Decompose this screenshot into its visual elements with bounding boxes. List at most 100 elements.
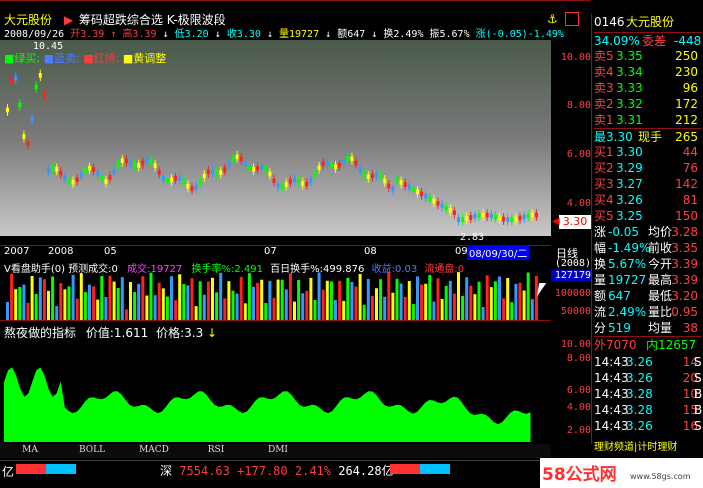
candle	[14, 75, 18, 81]
candle	[153, 163, 157, 168]
quote-cell: 额	[594, 289, 607, 303]
candle	[47, 168, 50, 174]
index-amount: 264.28亿	[338, 464, 394, 478]
volume-bar	[489, 287, 493, 320]
main-chart[interactable]	[0, 40, 551, 236]
quote-cell: -0.05	[608, 225, 640, 239]
tab-boll[interactable]: BOLL	[62, 445, 122, 455]
indicator-name[interactable]: 筹码超跌综合选 K-极限波段	[79, 13, 226, 27]
ratio-diff: -448	[674, 34, 702, 48]
rp-outin: 外7070 内12657	[594, 336, 702, 353]
quote-cell: 0.95	[671, 305, 698, 319]
volume-bar	[165, 296, 169, 320]
axis-label: 4.00	[566, 198, 591, 209]
volume-bar	[440, 298, 444, 320]
down-arrow: ↓	[162, 29, 169, 40]
candle	[10, 78, 14, 83]
index-pct: 2.41%	[294, 464, 331, 478]
quote-row: 卖1 3.31 212	[594, 112, 702, 128]
window-restore-icon[interactable]	[565, 12, 579, 26]
vol-axis-label: (2008)	[554, 258, 591, 269]
quote-cell: 19727	[608, 273, 647, 287]
volume-bar	[71, 274, 75, 320]
quote-cell: 230	[675, 65, 698, 79]
volume-bar	[30, 275, 34, 320]
quote-cell: B	[694, 403, 703, 417]
candle	[325, 161, 329, 167]
volume-bar	[47, 290, 50, 320]
tab-rsi[interactable]: RSI	[186, 445, 246, 455]
volume-bar	[178, 274, 182, 320]
candle	[239, 156, 243, 162]
tab-macd[interactable]: MACD	[124, 445, 184, 455]
candle	[469, 215, 473, 220]
quote-cell: 均价	[648, 225, 673, 239]
candle	[120, 158, 124, 164]
volume-bar	[444, 285, 448, 320]
indicator-chart[interactable]	[0, 336, 551, 442]
candle	[342, 159, 346, 164]
candle	[346, 156, 350, 161]
quote-cell: 买3	[594, 177, 614, 191]
volume-bar	[469, 285, 473, 320]
volume-bar	[235, 293, 239, 320]
legend-yellow: ■黄调整	[122, 52, 167, 65]
candle	[268, 171, 272, 177]
candle	[252, 166, 255, 172]
ratio-label: 委差	[642, 34, 667, 48]
volume-bar	[10, 273, 14, 320]
candle	[309, 178, 313, 184]
candle	[465, 216, 469, 221]
quote-cell: 14:43	[594, 371, 629, 385]
candle	[190, 186, 194, 192]
kline-svg	[0, 40, 551, 236]
candle	[219, 170, 223, 175]
quote-cell: 3.26	[626, 371, 653, 385]
volume-bar	[243, 303, 247, 320]
rp-bottom-link[interactable]: 理财频道|计时理财	[594, 440, 702, 456]
date-tick: 2007	[4, 246, 30, 257]
quote-row: 14:43 3.28 15 B	[594, 402, 702, 418]
candle	[182, 179, 186, 185]
volume-bar	[239, 276, 243, 320]
tab-ma[interactable]: MA	[0, 445, 60, 455]
candle	[297, 178, 301, 184]
quote-row: 买1 3.30 44	[594, 144, 702, 160]
volume-bar	[26, 302, 30, 320]
ind-axis-label: 10.00	[560, 339, 591, 350]
volume-chart[interactable]	[0, 272, 551, 321]
volume-bar	[186, 285, 190, 320]
candle	[395, 177, 399, 183]
quote-row: 14:43 3.26 20 S	[594, 370, 702, 386]
volume-bar	[51, 276, 55, 320]
volume-bar	[264, 303, 268, 320]
candle	[317, 165, 321, 171]
candle	[149, 158, 153, 164]
quote-cell: 3.30	[616, 145, 643, 159]
candle	[124, 158, 128, 164]
candle	[51, 166, 55, 171]
volume-bar	[288, 273, 292, 320]
legend-red: ■红持;	[83, 52, 120, 65]
volume-bar	[309, 277, 313, 320]
volume-bar	[461, 295, 465, 320]
watermark-text: 58公式网	[542, 465, 617, 485]
volume-bar	[231, 290, 235, 320]
tab-dmi[interactable]: DMI	[248, 445, 308, 455]
quote-cell: 买2	[594, 161, 614, 175]
volume-bar	[112, 281, 116, 320]
volume-bar	[305, 290, 309, 320]
rp-stock-name: 大元股份	[626, 15, 675, 29]
candle	[223, 167, 227, 172]
candle	[83, 168, 87, 173]
quote-cell: 3.32	[616, 97, 643, 111]
quote-cell: 150	[675, 209, 698, 223]
volume-bar	[424, 283, 428, 320]
candle	[174, 175, 178, 181]
candle	[375, 172, 378, 178]
candle	[145, 158, 149, 163]
left-meter	[16, 464, 76, 474]
info-amplitude: 振5.67%	[429, 29, 470, 40]
anchor-icon[interactable]: ⚓	[547, 12, 558, 26]
info-turnover: 换2.49%	[383, 29, 424, 40]
